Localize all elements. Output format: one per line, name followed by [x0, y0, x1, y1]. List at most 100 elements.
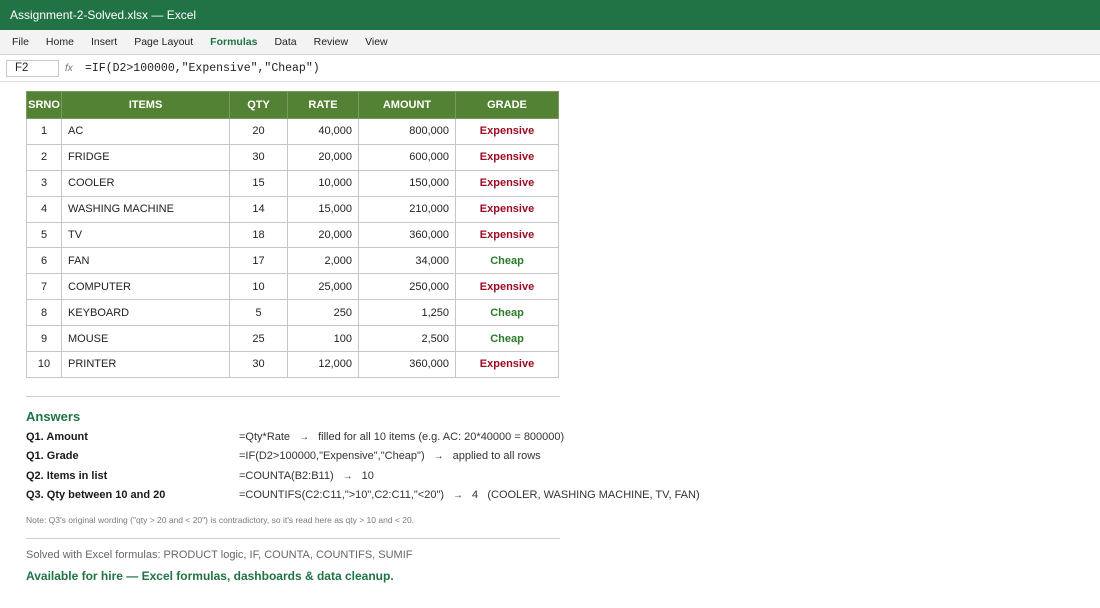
answer-content: =COUNTA(B2:B11) → 10 [239, 470, 374, 482]
cell-grade[interactable]: Expensive [455, 273, 559, 301]
cell-rate[interactable]: 2,000 [287, 247, 359, 275]
cell-item[interactable]: MOUSE [61, 325, 230, 353]
cell-qty[interactable]: 30 [229, 143, 288, 171]
cell-amount[interactable]: 150,000 [358, 169, 456, 197]
answer-row: Q3. Qty between 10 and 20 =COUNTIFS(C2:C… [26, 489, 1086, 505]
cell-rate[interactable]: 20,000 [287, 143, 359, 171]
cell-grade[interactable]: Expensive [455, 169, 559, 197]
cell-amount[interactable]: 2,500 [358, 325, 456, 353]
arrow-icon: → [453, 490, 464, 501]
header-srno[interactable]: SRNO [26, 91, 62, 119]
menu-file[interactable]: File [12, 36, 29, 48]
cell-qty[interactable]: 20 [229, 118, 288, 145]
cell-grade[interactable]: Expensive [455, 195, 559, 223]
answer-result: filled for all 10 items (e.g. AC: 20*400… [318, 431, 565, 443]
cell-item[interactable]: AC [61, 118, 230, 145]
header-rate[interactable]: RATE [287, 91, 359, 119]
menu-page-layout[interactable]: Page Layout [134, 36, 193, 48]
answer-label: Q1. Grade [26, 450, 79, 462]
table-body: 1 AC 20 40,000 800,000 Expensive 2 FRIDGE 30 20,0… [26, 118, 559, 378]
cell-srno[interactable]: 3 [26, 169, 62, 197]
cell-srno[interactable]: 6 [26, 247, 62, 275]
cell-amount[interactable]: 1,250 [358, 299, 456, 327]
cell-amount[interactable]: 360,000 [358, 351, 456, 378]
cell-srno[interactable]: 4 [26, 195, 62, 223]
header-amount[interactable]: AMOUNT [358, 91, 456, 119]
menu-view[interactable]: View [365, 36, 388, 48]
menu-review[interactable]: Review [314, 36, 348, 48]
cell-rate[interactable]: 10,000 [287, 169, 359, 197]
footer-divider [26, 538, 560, 539]
cell-item[interactable]: FRIDGE [61, 143, 230, 171]
cell-qty[interactable]: 17 [229, 247, 288, 275]
cell-amount[interactable]: 800,000 [358, 118, 456, 145]
cell-srno[interactable]: 2 [26, 143, 62, 171]
answer-row: Q2. Items in list =COUNTA(B2:B11) → 10 [26, 470, 1086, 486]
menu-formulas[interactable]: Formulas [210, 36, 257, 48]
header-grade[interactable]: GRADE [455, 91, 559, 119]
cell-item[interactable]: TV [61, 221, 230, 249]
cell-grade[interactable]: Expensive [455, 143, 559, 171]
cell-item[interactable]: COOLER [61, 169, 230, 197]
cell-srno[interactable]: 9 [26, 325, 62, 353]
answer-content: =Qty*Rate → filled for all 10 items (e.g. … [239, 431, 564, 443]
window-title: Assignment-2-Solved.xlsx — Excel [10, 8, 197, 22]
arrow-icon: → [299, 432, 310, 443]
cell-qty[interactable]: 14 [229, 195, 288, 223]
answer-row: Q1. Grade =IF(D2>100000,"Expensive","Che… [26, 450, 1086, 466]
cell-qty[interactable]: 15 [229, 169, 288, 197]
cell-item[interactable]: PRINTER [61, 351, 230, 378]
cell-item[interactable]: FAN [61, 247, 230, 275]
window-title-bar: Assignment-2-Solved.xlsx — Excel [0, 0, 1100, 30]
cell-rate[interactable]: 100 [287, 325, 359, 353]
cell-rate[interactable]: 250 [287, 299, 359, 327]
hire-cta[interactable]: Available for hire — Excel formulas, das… [26, 569, 394, 583]
answer-result: applied to all rows [452, 450, 541, 462]
arrow-icon: → [342, 471, 353, 482]
cell-amount[interactable]: 600,000 [358, 143, 456, 171]
cell-rate[interactable]: 40,000 [287, 118, 359, 145]
cell-rate[interactable]: 20,000 [287, 221, 359, 249]
cell-srno[interactable]: 5 [26, 221, 62, 249]
cell-qty[interactable]: 10 [229, 273, 288, 301]
cell-srno[interactable]: 1 [26, 118, 62, 145]
cell-qty[interactable]: 5 [229, 299, 288, 327]
cell-grade[interactable]: Expensive [455, 118, 559, 145]
data-table: SRNO ITEMS QTY RATE AMOUNT GRADE 1 AC 20 40… [26, 91, 559, 378]
cell-qty[interactable]: 30 [229, 351, 288, 378]
cell-amount[interactable]: 210,000 [358, 195, 456, 223]
cell-grade[interactable]: Cheap [455, 299, 559, 327]
answer-result: 4 (COOLER, WASHING MACHINE, TV, FAN) [472, 489, 700, 501]
cell-qty[interactable]: 25 [229, 325, 288, 353]
name-box[interactable]: F2 [6, 59, 59, 77]
formula-input[interactable]: =IF(D2>100000,"Expensive","Cheap") [85, 62, 320, 75]
menu-home[interactable]: Home [46, 36, 74, 48]
cell-grade[interactable]: Expensive [455, 221, 559, 249]
answer-row: Q1. Amount =Qty*Rate → filled for all 10 i… [26, 431, 1086, 447]
cell-rate[interactable]: 15,000 [287, 195, 359, 223]
cell-rate[interactable]: 25,000 [287, 273, 359, 301]
formula-bar: F2 fx =IF(D2>100000,"Expensive","Cheap") [0, 55, 1100, 82]
cell-rate[interactable]: 12,000 [287, 351, 359, 378]
menu-data[interactable]: Data [274, 36, 296, 48]
header-qty[interactable]: QTY [229, 91, 288, 119]
cell-amount[interactable]: 360,000 [358, 221, 456, 249]
table-row: 8 KEYBOARD 5 250 1,250 Cheap [26, 299, 559, 327]
cell-amount[interactable]: 250,000 [358, 273, 456, 301]
cell-qty[interactable]: 18 [229, 221, 288, 249]
menu-insert[interactable]: Insert [91, 36, 117, 48]
answer-formula: =COUNTIFS(C2:C11,">10",C2:C11,"<20") [239, 489, 445, 501]
cell-grade[interactable]: Expensive [455, 351, 559, 378]
cell-item[interactable]: COMPUTER [61, 273, 230, 301]
cell-srno[interactable]: 8 [26, 299, 62, 327]
table-row: 2 FRIDGE 30 20,000 600,000 Expensive [26, 143, 559, 171]
cell-amount[interactable]: 34,000 [358, 247, 456, 275]
cell-grade[interactable]: Cheap [455, 247, 559, 275]
cell-grade[interactable]: Cheap [455, 325, 559, 353]
cell-srno[interactable]: 10 [26, 351, 62, 378]
cell-item[interactable]: KEYBOARD [61, 299, 230, 327]
cell-srno[interactable]: 7 [26, 273, 62, 301]
cell-item[interactable]: WASHING MACHINE [61, 195, 230, 223]
section-divider [26, 396, 560, 397]
header-items[interactable]: ITEMS [61, 91, 230, 119]
